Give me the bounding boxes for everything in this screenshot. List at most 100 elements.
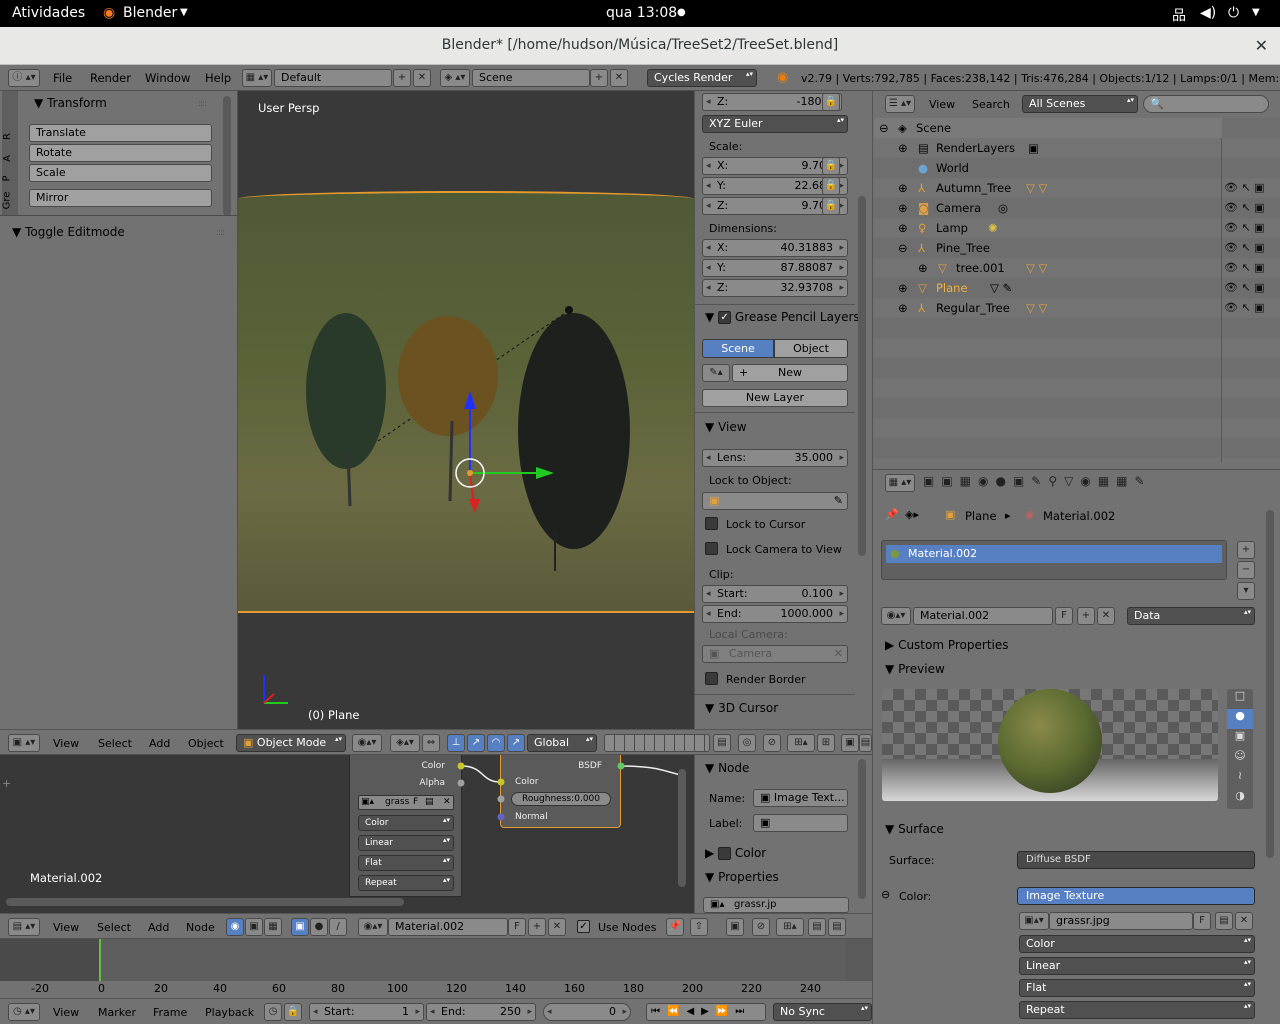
lock-object-field[interactable]: ▣ ✎ <box>702 492 848 510</box>
translate-manipulator-icon[interactable]: ⊥ <box>447 734 465 752</box>
info-editor-type-icon[interactable]: ⓘ ▴▾ <box>8 69 40 87</box>
grease-pencil-checkbox[interactable]: ✓ <box>718 311 732 324</box>
node-copy-icon[interactable]: ▤ <box>808 918 826 936</box>
world-shader-icon[interactable]: ● <box>310 918 328 936</box>
outliner-row-world[interactable]: ● World <box>874 158 1222 178</box>
gp-new-button[interactable]: + New <box>732 364 848 382</box>
material-name-field[interactable]: Material.002 <box>913 607 1053 625</box>
visibility-eye-icon[interactable]: 👁 ↖ ▣ <box>1224 218 1265 238</box>
timeline-menu-frame[interactable]: Frame <box>153 1006 187 1019</box>
gp-new-layer-button[interactable]: New Layer <box>702 389 848 407</box>
view3d-editor-type-icon[interactable]: ▣ ▴▾ <box>8 734 40 752</box>
outliner-row-tree-001[interactable]: ⊕ ▽ tree.001 ▽ ▽ <box>874 258 1222 278</box>
mirror-button[interactable]: Mirror <box>29 189 212 207</box>
scale-z-lock-icon[interactable]: 🔒 <box>822 197 840 215</box>
use-nodes-checkbox[interactable]: ✓ <box>577 920 590 933</box>
layout-remove-icon[interactable]: ✕ <box>413 69 431 87</box>
outliner-row-plane[interactable]: ⊕ ▽ Plane ▽ ✎ <box>874 278 1222 298</box>
gp-scene-tab[interactable]: Scene <box>702 339 774 358</box>
view3d-menu-select[interactable]: Select <box>98 737 132 750</box>
system-menu-chevron-icon[interactable]: ▼ <box>1252 7 1260 18</box>
outliner-row-camera[interactable]: ⊕ ◙ Camera ◎ <box>874 198 1222 218</box>
surface-shader-button[interactable]: Diffuse BSDF <box>1017 851 1255 869</box>
snap-target-icon[interactable]: ⊞▴ <box>787 734 815 752</box>
expand-icon[interactable]: ⊕ <box>898 281 908 295</box>
outliner-row-renderlayers[interactable]: ⊕ ▤ RenderLayers ▣ <box>874 138 1222 158</box>
node-parent-icon[interactable]: ⇧ <box>690 918 708 936</box>
sync-mode-dropdown[interactable]: No Sync <box>773 1003 872 1021</box>
compositor-nodes-icon[interactable]: ▣ <box>245 918 263 936</box>
dim-x-field[interactable]: X:40.31883 <box>702 239 848 257</box>
preview-sky-icon[interactable]: ◑ <box>1227 789 1253 809</box>
outliner-editor-type-icon[interactable]: ☰ ▴▾ <box>885 95 915 113</box>
properties-panel-header[interactable]: ▼ Properties <box>705 870 779 884</box>
render-anim-icon[interactable]: ▤ <box>859 734 872 752</box>
color-panel-header[interactable]: ▶ Color <box>705 846 766 860</box>
node-paste-icon[interactable]: ▤ <box>828 918 846 936</box>
scene-icon[interactable]: ◈ ▴▾ <box>440 69 470 87</box>
interaction-mode-dropdown[interactable]: ▣ Object Mode <box>236 734 346 752</box>
rotate-manipulator-icon[interactable]: ↗ <box>467 734 485 752</box>
tab-grease-pencil[interactable]: Gre <box>1 192 12 210</box>
image-fake-user-button[interactable]: F <box>1193 912 1211 930</box>
material-browse-icon[interactable]: ◉▴▾ <box>881 607 911 625</box>
snap-icon[interactable]: ⊘ <box>763 734 781 752</box>
volume-icon[interactable]: ◀) <box>1200 5 1216 21</box>
outliner-menu-view[interactable]: View <box>929 98 955 111</box>
grease-pencil-header[interactable]: ▼ ✓ Grease Pencil Layers <box>705 310 860 324</box>
node-name-field[interactable]: ▣ Image Text... <box>753 789 848 807</box>
pivot-point-icon[interactable]: ◈▴▾ <box>390 734 420 752</box>
outliner-search-input[interactable]: 🔍 <box>1143 95 1269 113</box>
translate-button[interactable]: Translate <box>29 124 212 142</box>
clear-icon[interactable]: ✕ <box>834 646 843 662</box>
timeline[interactable]: -20 0 20 40 60 80 100 120 140 160 180 20… <box>0 939 872 998</box>
render-layer-icon[interactable]: ▤ <box>713 734 731 752</box>
visibility-eye-icon[interactable]: 👁 ↖ ▣ <box>1224 238 1265 258</box>
gp-object-tab[interactable]: Object <box>774 339 848 358</box>
timeline-menu-playback[interactable]: Playback <box>205 1006 254 1019</box>
view-panel-header[interactable]: ▼ View <box>705 420 747 434</box>
local-camera-field[interactable]: ▣ Camera ✕ <box>702 645 848 663</box>
network-icon[interactable]: 品 <box>1172 5 1186 25</box>
frame-end-field[interactable]: End:250 <box>426 1003 536 1021</box>
scale-manipulator-icon[interactable]: ◠ <box>487 734 505 752</box>
lens-field[interactable]: Lens:35.000 <box>702 449 848 467</box>
visibility-eye-icon[interactable]: 👁 ↖ ▣ <box>1224 298 1265 318</box>
rotate-button[interactable]: Rotate <box>29 144 212 162</box>
gp-pencil-icon[interactable]: ✎▴ <box>702 364 730 382</box>
properties-editor-type-icon[interactable]: ▦ ▴▾ <box>885 474 915 492</box>
material-slot-row[interactable]: ● Material.002 <box>886 545 1222 563</box>
view3d-menu-add[interactable]: Add <box>149 737 170 750</box>
add-slot-icon[interactable]: + <box>1237 541 1255 559</box>
view3d-menu-view[interactable]: View <box>53 737 79 750</box>
outliner-row-regular-tree[interactable]: ⊕ ⅄ Regular_Tree ▽ ▽ <box>874 298 1222 318</box>
combined-manipulator-icon[interactable]: ↗ <box>507 734 525 752</box>
node-menu-add[interactable]: Add <box>148 921 169 934</box>
interpolation-dropdown[interactable]: Linear <box>1019 957 1255 975</box>
shader-nodes-icon[interactable]: ◉ <box>226 918 244 936</box>
layout-add-icon[interactable]: + <box>393 69 411 87</box>
viewport-3d[interactable]: User Persp (0) Plane <box>238 91 694 729</box>
image-open-icon[interactable]: ▤ <box>1215 912 1233 930</box>
scale-y-lock-icon[interactable]: 🔒 <box>822 177 840 195</box>
lock-cursor-checkbox[interactable] <box>705 517 718 530</box>
fake-user-button[interactable]: F <box>1055 607 1073 625</box>
custom-properties-header[interactable]: ▶ Custom Properties <box>885 638 1009 652</box>
node-fake-user-button[interactable]: F <box>508 918 526 936</box>
expand-icon[interactable]: ⊕ <box>898 181 908 195</box>
expand-icon[interactable]: ⊕ <box>898 301 908 315</box>
clip-start-field[interactable]: Start:0.100 <box>702 585 848 603</box>
clock[interactable]: qua 13:08 <box>606 5 677 21</box>
side-image-selector[interactable]: ▣▴ grassr.jp <box>703 897 849 913</box>
toolshelf-scrollbar[interactable] <box>223 96 231 216</box>
node-material-add-icon[interactable]: + <box>528 918 546 936</box>
properties-scrollbar[interactable] <box>1266 510 1274 858</box>
viewport-shading-icon[interactable]: ◉▴▾ <box>352 734 382 752</box>
preview-header[interactable]: ▼ Preview <box>885 662 945 676</box>
collapse-icon[interactable]: ⊖ <box>898 241 908 255</box>
playback-controls[interactable]: ⏮⏪◀▶⏩⏭ <box>646 1003 766 1021</box>
preview-range-icon[interactable]: ◷ <box>264 1003 282 1021</box>
proportional-edit-icon[interactable]: ◎ <box>738 734 756 752</box>
visibility-eye-icon[interactable]: 👁 ↖ ▣ <box>1224 178 1265 198</box>
frame-start-field[interactable]: Start:1 <box>309 1003 424 1021</box>
